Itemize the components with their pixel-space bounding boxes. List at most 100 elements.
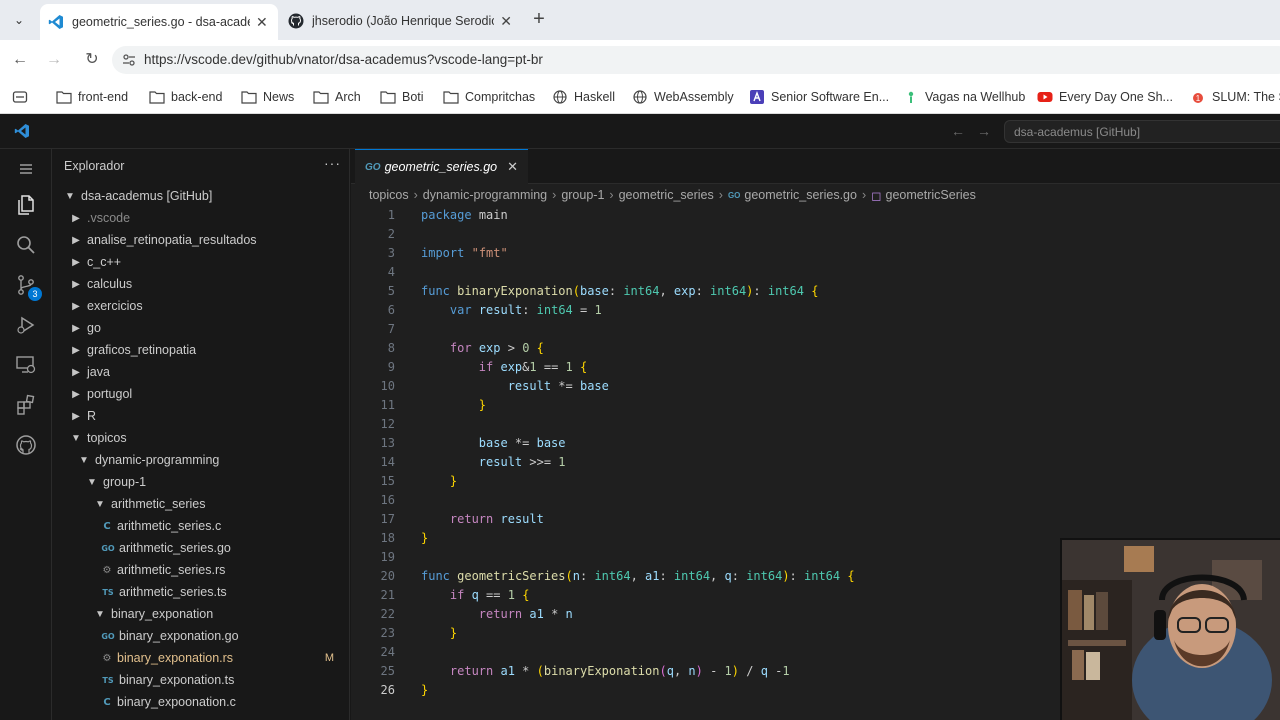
tree-folder-dynamic-programming[interactable]: ▼ dynamic-programming [52,449,350,471]
code-line[interactable]: 1 package main [351,206,1280,225]
tree-folder-graficos[interactable]: ▶ graficos_retinopatia [52,339,350,361]
breadcrumb-item[interactable]: topicos [369,188,409,202]
tree-file-arithmetic-rs[interactable]: ⚙ arithmetic_series.rs [52,559,350,581]
code-line[interactable]: 11 } [351,396,1280,415]
code-line[interactable]: 2 [351,225,1280,244]
tree-folder-r[interactable]: ▶ R [52,405,350,427]
tree-folder-exercicios[interactable]: ▶ exercicios [52,295,350,317]
c-file-icon: C [103,696,111,708]
breadcrumb-item[interactable]: dynamic-programming [423,188,547,202]
code-line[interactable]: 4 [351,263,1280,282]
tree-folder-arithmetic-series[interactable]: ▼ arithmetic_series [52,493,350,515]
search-icon[interactable] [14,233,38,257]
editor-tab-geometric-series[interactable]: GO geometric_series.go ✕ [355,149,529,184]
code-line[interactable]: 9 if exp&1 == 1 { [351,358,1280,377]
tree-item-label: group-1 [103,475,147,489]
line-number: 1 [387,208,395,222]
tree-folder-analise[interactable]: ▶ analise_retinopatia_resultados [52,229,350,251]
tree-folder-c-cpp[interactable]: ▶ c_c++ [52,251,350,273]
code-text: var result: int64 = 1 [449,303,602,317]
tree-file-binary-go[interactable]: GO binary_exponation.go [52,625,350,647]
code-line[interactable]: 13 base *= base [351,434,1280,453]
tree-file-binary-c[interactable]: Cbinary_expoonation.c [52,691,350,713]
tree-folder-portugol[interactable]: ▶ portugol [52,383,350,405]
browser-tab-vscode[interactable]: geometric_series.go - dsa-academus ✕ [40,4,278,40]
close-editor-icon[interactable]: ✕ [507,159,518,175]
tree-folder-java[interactable]: ▶ java [52,361,350,383]
bookmark-front-end[interactable]: front-end [56,87,128,107]
code-line[interactable]: 10 result *= base [351,377,1280,396]
back-arrow-icon[interactable]: ← [8,48,32,72]
code-line[interactable]: 3 import "fmt" [351,244,1280,263]
tree-folder-topicos[interactable]: ▼ topicos [52,427,350,449]
more-actions-icon[interactable]: ··· [324,155,341,171]
go-back-icon[interactable]: ← [951,123,965,139]
reload-icon[interactable]: ↻ [80,48,104,72]
close-tab-icon[interactable]: ✕ [500,13,512,30]
bookmark-label: Compritchas [465,90,536,104]
bookmark-senior-software[interactable]: Senior Software En... [749,87,889,107]
bookmark-webassembly[interactable]: WebAssembly [632,87,734,107]
bookmark-haskell[interactable]: Haskell [552,87,615,107]
site-info-icon[interactable] [122,53,136,67]
explorer-root-folder[interactable]: ▼ dsa-academus [GitHub] [52,185,350,207]
run-debug-icon[interactable] [14,313,38,337]
browser-tab-github[interactable]: jhserodio (João Henrique Serodio) ✕ [280,6,520,36]
code-line[interactable]: 8 for exp > 0 { [351,339,1280,358]
code-line[interactable]: 16 [351,491,1280,510]
tree-folder-vscode[interactable]: ▶ .vscode [52,207,350,229]
bookmark-compritchas[interactable]: Compritchas [443,87,535,107]
close-tab-icon[interactable]: ✕ [256,14,268,31]
extensions-icon[interactable] [14,393,38,417]
tree-folder-calculus[interactable]: ▶ calculus [52,273,350,295]
tree-item-label: analise_retinopatia_resultados [87,233,257,247]
menu-icon[interactable] [14,157,38,181]
tree-folder-go[interactable]: ▶ go [52,317,350,339]
command-center[interactable]: dsa-academus [GitHub] [1004,120,1280,143]
code-line[interactable]: 5 func binaryExponation(base: int64, exp:… [351,282,1280,301]
forward-arrow-icon[interactable]: → [42,48,66,72]
bookmark-boti[interactable]: Boti [380,87,424,107]
source-control-icon[interactable]: 3 [14,273,42,301]
breadcrumb-item[interactable]: geometric_series [619,188,714,202]
line-number: 5 [387,284,395,298]
breadcrumb-item[interactable]: group-1 [561,188,604,202]
tree-file-arithmetic-ts[interactable]: TS arithmetic_series.ts [52,581,350,603]
new-tab-plus-icon[interactable]: + [528,8,550,30]
code-line[interactable]: 12 [351,415,1280,434]
tree-folder-binary-exponation[interactable]: ▼ binary_exponation [52,603,350,625]
bookmark-every-day[interactable]: Every Day One Sh... [1037,87,1173,107]
breadcrumb-item[interactable]: geometric_series.go [744,188,857,202]
apps-icon[interactable] [12,89,28,105]
remote-explorer-icon[interactable] [14,353,38,377]
tree-file-arithmetic-go[interactable]: GO arithmetic_series.go [52,537,350,559]
address-bar[interactable]: https://vscode.dev/github/vnator/dsa-aca… [112,46,1280,74]
code-line[interactable]: 17 return result [351,510,1280,529]
bookmark-news[interactable]: News [241,87,294,107]
line-number: 26 [380,683,395,697]
code-line[interactable]: 14 result >>= 1 [351,453,1280,472]
tree-folder-group-1[interactable]: ▼ group-1 [52,471,350,493]
code-line[interactable]: 15 } [351,472,1280,491]
tree-item-label: graficos_retinopatia [87,343,197,357]
tree-file-arithmetic-c[interactable]: Carithmetic_series.c [52,515,350,537]
code-line[interactable]: 7 [351,320,1280,339]
bookmark-vagas-wellhub[interactable]: Vagas na Wellhub [903,87,1025,107]
bookmark-label: Arch [335,90,361,104]
chevron-right-icon: ▶ [72,410,80,422]
bookmark-arch[interactable]: Arch [313,87,361,107]
folder-icon [313,91,329,104]
go-forward-icon[interactable]: → [977,123,991,139]
tab-search-chevron-icon[interactable]: ⌄ [8,10,30,30]
explorer-files-icon[interactable] [14,193,38,217]
code-line[interactable]: 6 var result: int64 = 1 [351,301,1280,320]
breadcrumb-item[interactable]: geometricSeries [886,188,976,202]
folder-icon [149,91,165,104]
tree-file-binary-ts[interactable]: TS binary_exponation.ts [52,669,350,691]
bookmark-slum[interactable]: 1 SLUM: The Sh [1190,87,1280,107]
github-icon[interactable] [14,433,38,457]
bookmark-label: Haskell [574,90,615,104]
tree-file-binary-rs[interactable]: ⚙ binary_exponation.rs M [52,647,350,669]
bookmark-back-end[interactable]: back-end [149,87,222,107]
bookmark-label: Senior Software En... [771,90,890,104]
